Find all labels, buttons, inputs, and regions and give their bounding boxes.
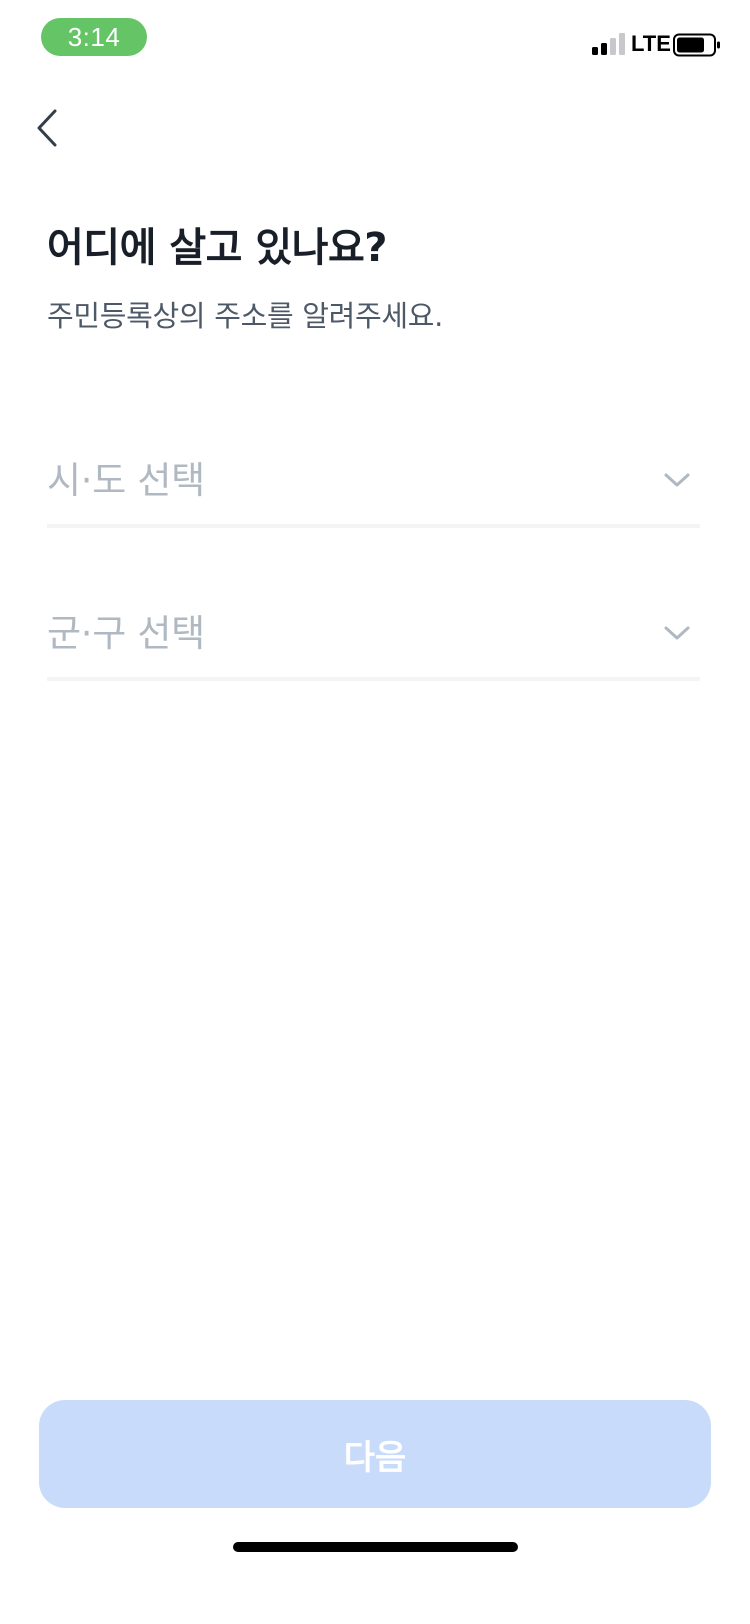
status-time: 3:14 bbox=[41, 18, 147, 56]
next-button-label: 다음 bbox=[343, 1438, 407, 1477]
next-button[interactable]: 다음 bbox=[39, 1400, 711, 1508]
status-bar: 3:14 LTE bbox=[0, 0, 750, 88]
sido-select[interactable]: 시·도 선택 bbox=[47, 444, 700, 528]
back-button[interactable] bbox=[22, 100, 72, 156]
gungu-select[interactable]: 군·구 선택 bbox=[47, 597, 700, 681]
signal-bars-icon bbox=[592, 33, 625, 55]
page-title: 어디에 살고 있나요? bbox=[47, 225, 387, 271]
chevron-down-icon bbox=[664, 473, 690, 487]
page-subtitle: 주민등록상의 주소를 알려주세요. bbox=[47, 299, 444, 333]
home-indicator bbox=[233, 1542, 518, 1552]
network-type: LTE bbox=[631, 31, 671, 56]
battery-icon bbox=[673, 33, 720, 57]
chevron-left-icon bbox=[37, 109, 57, 147]
chevron-down-icon bbox=[664, 626, 690, 640]
sido-select-placeholder: 시·도 선택 bbox=[47, 459, 205, 502]
gungu-select-placeholder: 군·구 선택 bbox=[47, 612, 205, 655]
